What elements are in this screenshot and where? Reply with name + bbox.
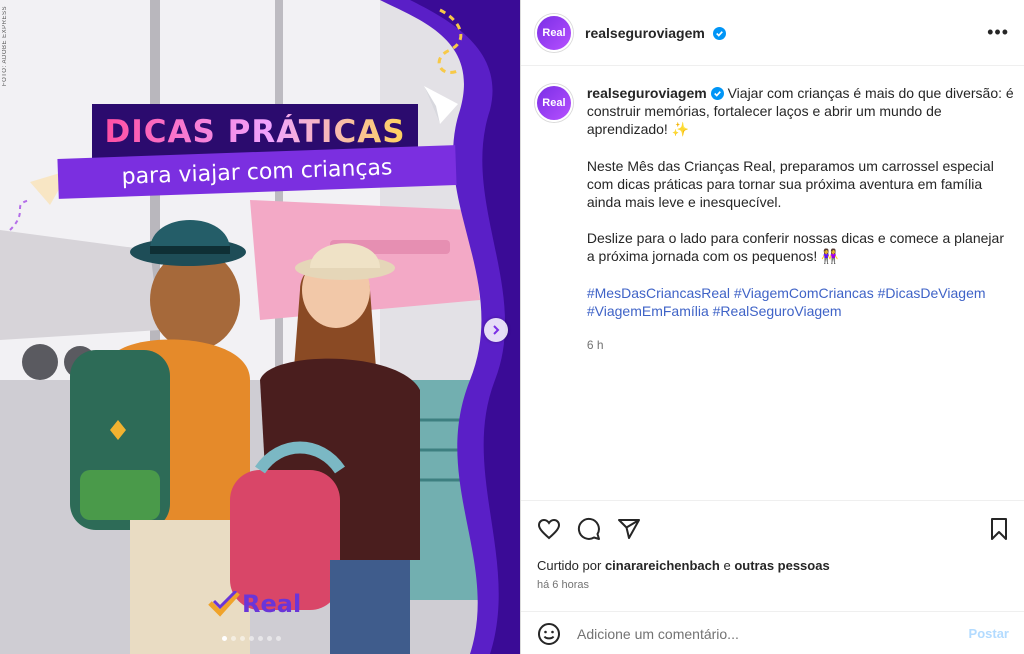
- username-text[interactable]: realseguroviagem: [585, 25, 705, 41]
- carousel-dot: [249, 636, 254, 641]
- carousel-dot: [276, 636, 281, 641]
- post-caption: Real realseguroviagem Viajar com criança…: [535, 84, 1015, 354]
- heart-icon[interactable]: [537, 517, 561, 541]
- media-subtitle: para viajar com crianças: [121, 154, 393, 190]
- caption-hashtags[interactable]: #MesDasCriancasReal #ViagemComCriancas #…: [587, 284, 1015, 320]
- post-details-panel: Real realseguroviagem ••• Real realsegur…: [520, 0, 1024, 654]
- brand-logo-text: Real: [242, 590, 302, 618]
- photo-credit: FOTO: ADOBE EXPRESS: [2, 6, 8, 87]
- more-options-icon[interactable]: •••: [987, 22, 1009, 43]
- likes-summary: Curtido por cinarareichenbach e outras p…: [537, 558, 830, 573]
- carousel-dot: [240, 636, 245, 641]
- likes-others[interactable]: outras pessoas: [734, 558, 829, 573]
- post-comment-button[interactable]: Postar: [969, 626, 1009, 641]
- verified-icon: [712, 26, 726, 40]
- carousel-dot: [222, 636, 227, 641]
- avatar[interactable]: Real: [535, 13, 573, 52]
- verified-icon: [710, 87, 724, 100]
- comment-icon[interactable]: [577, 517, 601, 541]
- avatar-text: Real: [542, 97, 566, 109]
- carousel-dot: [231, 636, 236, 641]
- carousel-dot: [267, 636, 272, 641]
- avatar[interactable]: Real: [535, 84, 573, 122]
- carousel-dot: [258, 636, 263, 641]
- post-actions: Curtido por cinarareichenbach e outras p…: [521, 500, 1024, 654]
- emoji-icon[interactable]: [537, 622, 561, 646]
- carousel-indicator: [222, 636, 281, 641]
- bookmark-icon[interactable]: [987, 517, 1011, 541]
- post-header: Real realseguroviagem •••: [521, 0, 1024, 66]
- post-image: [0, 0, 520, 654]
- comment-input[interactable]: [577, 625, 969, 642]
- caption-timestamp: 6 h: [586, 338, 604, 353]
- media-title: DICAS PRÁTICAS: [104, 114, 406, 150]
- caption-paragraph-3: Deslize para o lado para conferir nossas…: [586, 230, 1004, 265]
- caption-username[interactable]: realseguroviagem: [587, 85, 707, 101]
- chevron-right-icon: [493, 325, 500, 335]
- share-icon[interactable]: [617, 517, 641, 541]
- likes-user[interactable]: cinarareichenbach: [605, 558, 720, 573]
- avatar-text: Real: [542, 26, 566, 39]
- post-time-ago: há 6 horas: [537, 579, 589, 591]
- brand-logo: Real: [208, 590, 301, 618]
- likes-joiner: e: [723, 558, 731, 573]
- action-icons: [537, 517, 641, 541]
- post-media-carousel[interactable]: FOTO: ADOBE EXPRESS DICAS PRÁTICAS para …: [0, 0, 520, 654]
- caption-paragraph-2: Neste Mês das Crianças Real, preparamos …: [586, 157, 994, 211]
- likes-prefix: Curtido por: [537, 558, 602, 573]
- comment-composer: Postar: [521, 611, 1024, 654]
- post-author-username[interactable]: realseguroviagem: [585, 25, 726, 41]
- brand-check-icon: [208, 591, 240, 617]
- carousel-next-button[interactable]: [484, 318, 508, 342]
- caption-body: realseguroviagem Viajar com crianças é m…: [587, 84, 1015, 354]
